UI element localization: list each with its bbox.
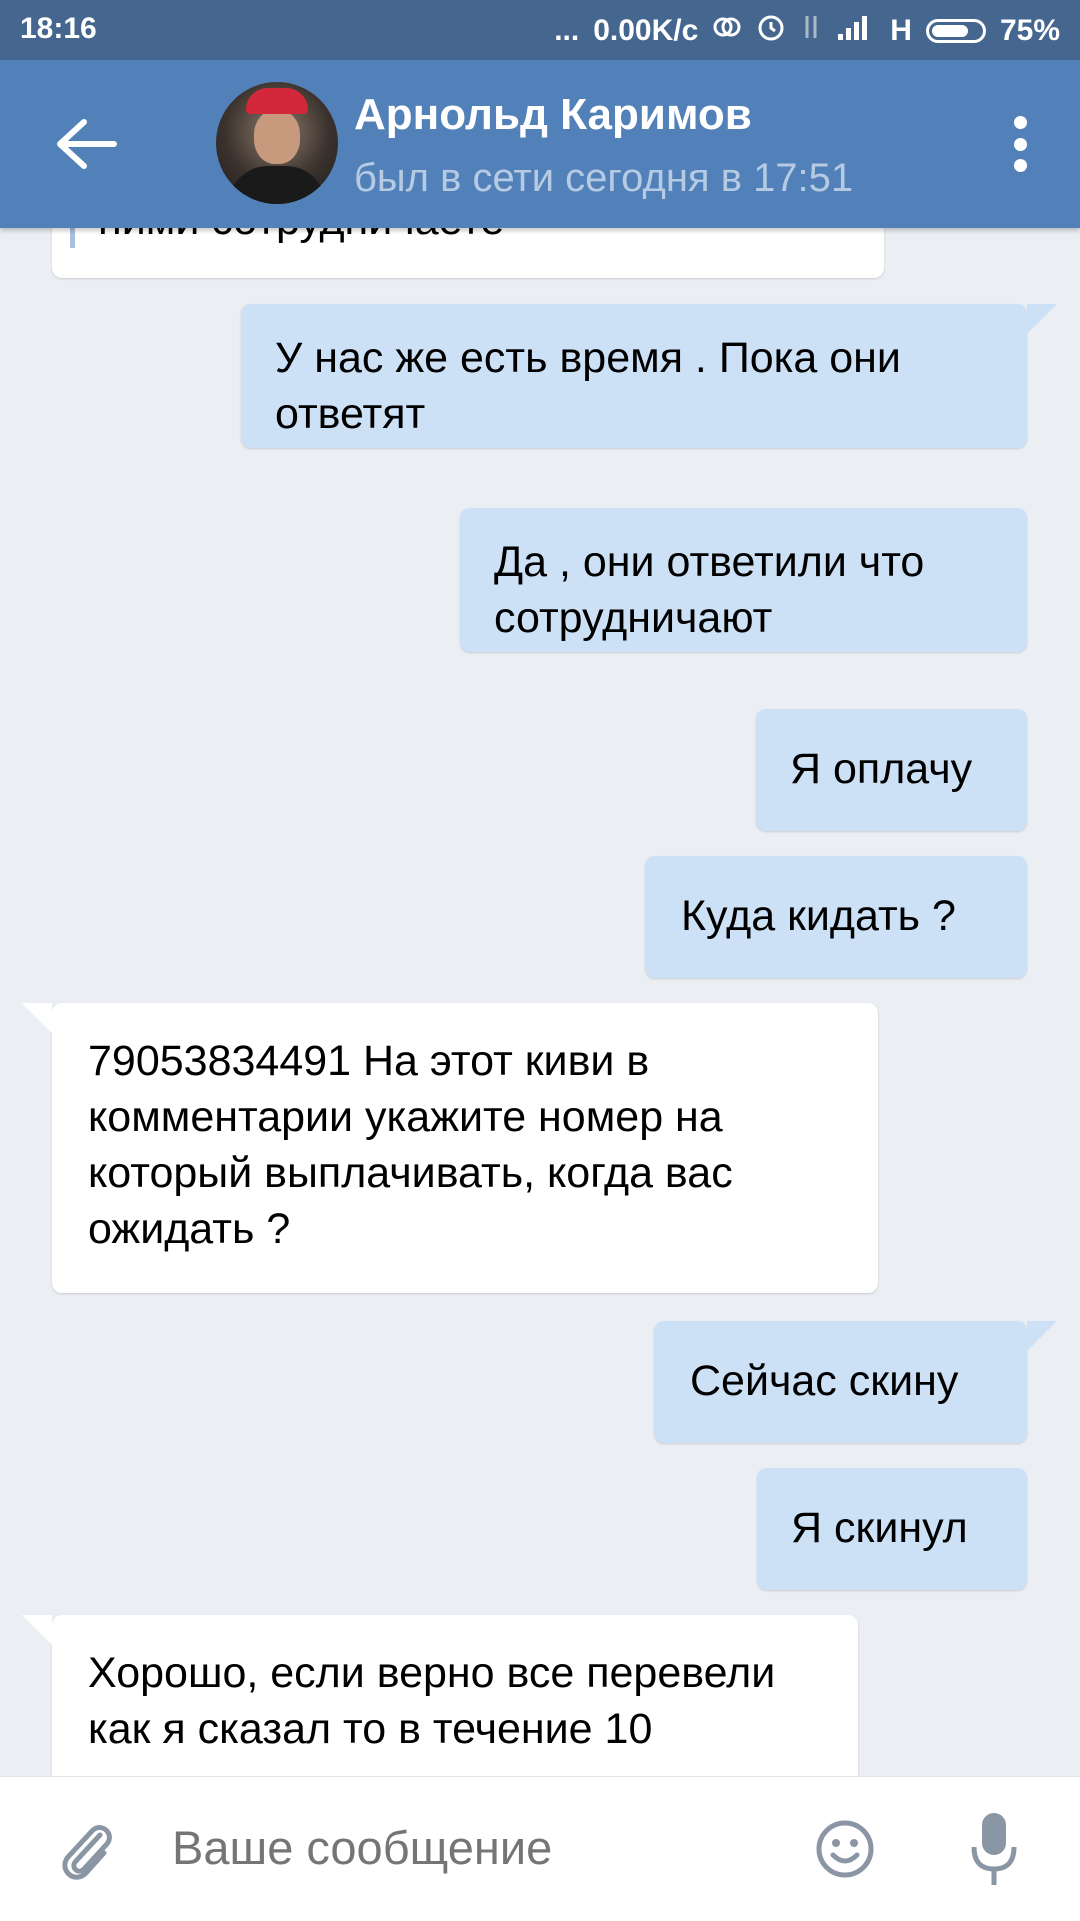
sync-icon <box>712 12 742 50</box>
status-time: 18:16 <box>20 12 97 45</box>
network-type: H <box>890 14 912 47</box>
paperclip-icon[interactable] <box>56 1815 116 1883</box>
dots-icon: ... <box>554 14 580 47</box>
message-list[interactable]: ними сотрудничаете У нас же есть время .… <box>0 228 1080 1776</box>
data-arrows-icon <box>800 12 822 50</box>
message-text: ними сотрудничаете <box>98 228 504 248</box>
message-outgoing[interactable]: У нас же есть время . Пока они ответят <box>241 304 1057 448</box>
message-outgoing[interactable]: Сейчас скину <box>654 1321 1057 1443</box>
message-text: У нас же есть время . Пока они ответят <box>275 334 901 438</box>
status-indicators: ... 0.00K/c H 75% <box>554 12 1060 50</box>
message-incoming[interactable]: Хорошо, если верно все перевели как я ск… <box>22 1615 858 1776</box>
arrow-left-icon[interactable] <box>48 116 118 172</box>
smile-icon[interactable] <box>815 1819 875 1879</box>
message-incoming[interactable]: ними сотрудничаете <box>52 228 884 278</box>
message-text: Куда кидать ? <box>681 892 956 940</box>
message-input[interactable] <box>172 1811 732 1883</box>
contact-name[interactable]: Арнольд Каримов <box>354 90 752 140</box>
message-outgoing[interactable]: Я скинул <box>757 1468 1027 1590</box>
contact-last-seen: был в сети сегодня в 17:51 <box>354 156 854 200</box>
status-bar: 18:16 ... 0.00K/c H 75% <box>0 0 1080 60</box>
battery-percent: 75% <box>999 14 1060 47</box>
battery-icon <box>925 19 986 43</box>
message-text: Сейчас скину <box>690 1357 959 1405</box>
message-text: Я скинул <box>791 1504 968 1552</box>
message-composer <box>0 1776 1080 1921</box>
alarm-icon <box>756 12 786 50</box>
message-outgoing[interactable]: Я оплачу <box>756 709 1027 831</box>
avatar[interactable] <box>216 82 338 204</box>
message-text: Хорошо, если верно все перевели как я ск… <box>88 1649 776 1753</box>
network-speed: 0.00K/c <box>593 14 699 47</box>
message-text: 79053834491 На этот киви в комментарии у… <box>88 1037 733 1253</box>
message-text: Я оплачу <box>790 745 973 793</box>
message-outgoing[interactable]: Куда кидать ? <box>645 856 1027 978</box>
message-text: Да , они ответили что сотрудничают <box>494 538 925 642</box>
chat-header: Арнольд Каримов был в сети сегодня в 17:… <box>0 60 1080 228</box>
signal-icon <box>836 12 876 50</box>
more-vert-icon[interactable] <box>1012 116 1028 172</box>
message-outgoing[interactable]: Да , они ответили что сотрудничают <box>460 508 1027 652</box>
message-incoming[interactable]: 79053834491 На этот киви в комментарии у… <box>22 1003 878 1293</box>
microphone-icon[interactable] <box>970 1811 1018 1889</box>
